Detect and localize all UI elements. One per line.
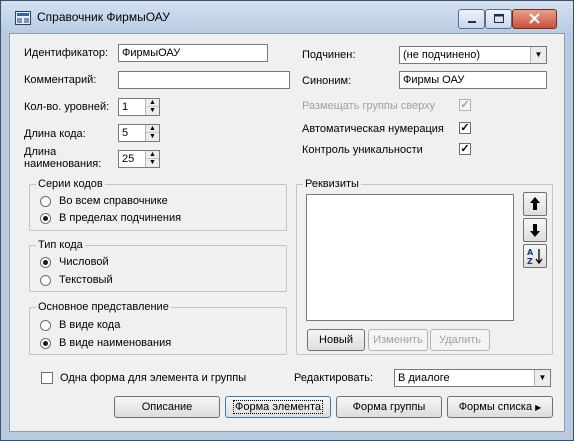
description-button[interactable]: Описание xyxy=(114,396,220,418)
spin-up-icon[interactable]: ▲ xyxy=(146,125,159,133)
auto-numbering-label: Автоматическая нумерация xyxy=(302,123,444,135)
arrow-up-icon xyxy=(530,197,540,210)
identifier-field[interactable]: ФирмыОАУ xyxy=(118,44,268,62)
new-requisite-label: Новый xyxy=(319,334,353,346)
code-length-value: 5 xyxy=(122,127,129,139)
levels-value: 1 xyxy=(122,101,129,113)
levels-label: Кол-во. уровней: xyxy=(24,101,110,113)
requisites-title: Реквизиты xyxy=(303,178,361,190)
levels-spinner[interactable]: 1 ▲ ▼ xyxy=(118,98,160,116)
window-title: Справочник ФирмыОАУ xyxy=(37,10,170,24)
code-series-radio-all[interactable] xyxy=(40,196,51,207)
uniqueness-checkbox[interactable]: ✓ xyxy=(459,143,471,155)
identifier-label: Идентификатор: xyxy=(24,47,109,59)
groups-top-checkbox[interactable]: ✓ xyxy=(459,99,471,111)
minimize-button[interactable] xyxy=(458,9,485,29)
group-form-button[interactable]: Форма группы xyxy=(336,396,442,418)
code-series-option-parent: В пределах подчинения xyxy=(59,212,182,224)
comment-field[interactable] xyxy=(118,71,290,89)
element-form-button[interactable]: Форма элемента xyxy=(225,396,331,418)
spin-up-icon[interactable]: ▲ xyxy=(146,151,159,159)
main-view-option-name: В виде наименования xyxy=(59,337,172,349)
name-length-value: 25 xyxy=(122,153,135,165)
dialog-client: Идентификатор: ФирмыОАУ Комментарий: Кол… xyxy=(9,33,565,432)
name-length-spinner[interactable]: 25 ▲ ▼ xyxy=(118,150,160,168)
edit-mode-label: Редактировать: xyxy=(294,372,374,384)
chevron-down-icon[interactable]: ▼ xyxy=(534,370,550,386)
app-icon xyxy=(15,11,31,25)
arrow-down-icon xyxy=(530,224,540,237)
list-forms-label: Формы списка xyxy=(458,401,533,413)
spin-down-icon[interactable]: ▼ xyxy=(146,107,159,115)
edit-mode-value: В диалоге xyxy=(398,372,450,384)
groups-top-label: Размещать группы сверху xyxy=(302,100,436,112)
one-form-label: Одна форма для элемента и группы xyxy=(60,372,247,384)
parent-label: Подчинен: xyxy=(302,49,356,61)
code-length-label: Длина кода: xyxy=(24,128,86,140)
sort-button[interactable]: A Z xyxy=(523,244,547,268)
requisites-list[interactable] xyxy=(306,194,514,321)
code-series-title: Серии кодов xyxy=(36,178,105,190)
name-length-label: Длина наименования: xyxy=(24,146,102,170)
code-type-title: Тип кода xyxy=(36,239,85,251)
element-form-label: Форма элемента xyxy=(232,400,324,414)
move-up-button[interactable] xyxy=(523,192,547,216)
list-forms-button[interactable]: Формы списка ▶ xyxy=(447,396,553,418)
delete-requisite-label: Удалить xyxy=(439,334,481,346)
title-bar[interactable]: Справочник ФирмыОАУ xyxy=(1,1,573,33)
parent-value: (не подчинено) xyxy=(403,49,481,61)
main-view-radio-name[interactable] xyxy=(40,338,51,349)
one-form-checkbox[interactable] xyxy=(41,372,53,384)
code-type-option-text: Текстовый xyxy=(59,274,113,286)
code-length-spinner[interactable]: 5 ▲ ▼ xyxy=(118,124,160,142)
synonym-field[interactable]: Фирмы ОАУ xyxy=(399,71,547,89)
close-button[interactable] xyxy=(512,9,557,29)
svg-text:A: A xyxy=(527,248,534,257)
sort-az-icon: A Z xyxy=(527,248,543,266)
code-series-radio-parent[interactable] xyxy=(40,213,51,224)
edit-requisite-label: Изменить xyxy=(373,334,423,346)
auto-numbering-checkbox[interactable]: ✓ xyxy=(459,122,471,134)
close-icon xyxy=(529,13,540,24)
minimize-icon xyxy=(468,21,476,23)
main-view-option-code: В виде кода xyxy=(59,319,121,331)
delete-requisite-button[interactable]: Удалить xyxy=(430,329,490,351)
spin-up-icon[interactable]: ▲ xyxy=(146,99,159,107)
main-view-radio-code[interactable] xyxy=(40,320,51,331)
dialog-window: Справочник ФирмыОАУ Идентификатор: Фирмы… xyxy=(0,0,574,441)
main-view-title: Основное представление xyxy=(36,301,171,313)
comment-label: Комментарий: xyxy=(24,74,97,86)
parent-select[interactable]: (не подчинено) ▼ xyxy=(399,46,547,64)
triangle-right-icon: ▶ xyxy=(535,403,542,412)
group-form-label: Форма группы xyxy=(352,401,426,413)
synonym-label: Синоним: xyxy=(302,75,352,87)
svg-text:Z: Z xyxy=(527,257,533,266)
description-label: Описание xyxy=(141,401,193,413)
maximize-icon xyxy=(494,14,504,23)
spin-down-icon[interactable]: ▼ xyxy=(146,159,159,167)
chevron-down-icon[interactable]: ▼ xyxy=(530,47,546,63)
move-down-button[interactable] xyxy=(523,218,547,242)
spin-down-icon[interactable]: ▼ xyxy=(146,133,159,141)
maximize-button[interactable] xyxy=(485,9,512,29)
code-type-option-numeric: Числовой xyxy=(59,256,109,268)
uniqueness-label: Контроль уникальности xyxy=(302,144,423,156)
code-series-option-all: Во всем справочнике xyxy=(59,195,168,207)
code-type-radio-text[interactable] xyxy=(40,275,51,286)
new-requisite-button[interactable]: Новый xyxy=(307,329,365,351)
code-type-radio-numeric[interactable] xyxy=(40,257,51,268)
edit-mode-select[interactable]: В диалоге ▼ xyxy=(394,369,551,387)
edit-requisite-button[interactable]: Изменить xyxy=(368,329,428,351)
